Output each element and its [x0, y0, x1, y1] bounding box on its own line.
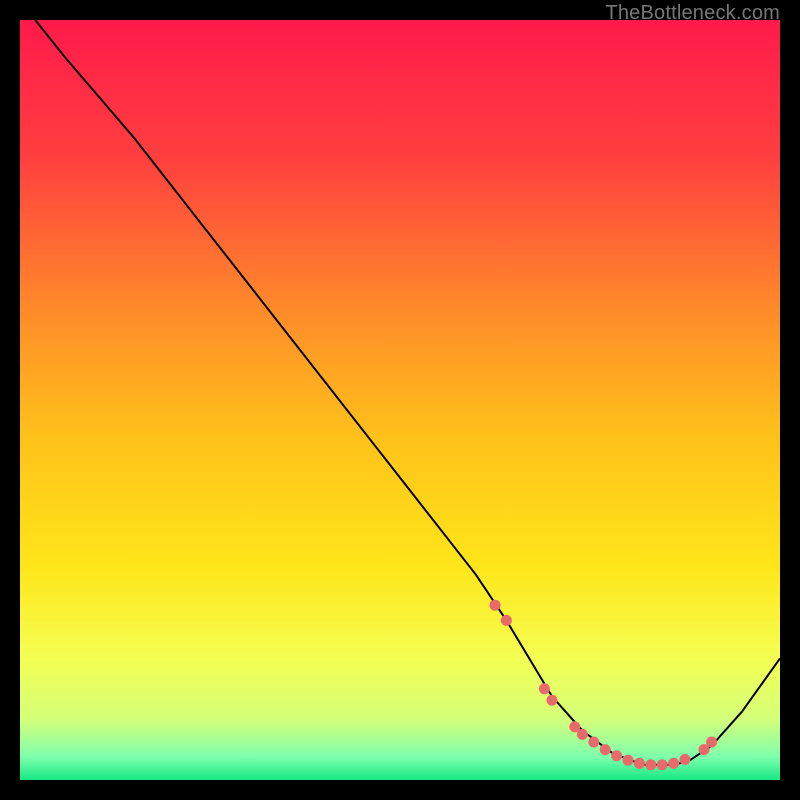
chart-frame — [20, 20, 780, 780]
chart-background — [20, 20, 780, 780]
marker-dot — [680, 754, 691, 765]
marker-dot — [668, 758, 679, 769]
marker-dot — [501, 615, 512, 626]
marker-dot — [611, 750, 622, 761]
marker-dot — [623, 755, 634, 766]
marker-dot — [645, 759, 656, 770]
marker-dot — [634, 758, 645, 769]
marker-dot — [490, 600, 501, 611]
marker-dot — [600, 744, 611, 755]
marker-dot — [588, 737, 599, 748]
marker-dot — [539, 683, 550, 694]
marker-dot — [706, 737, 717, 748]
marker-dot — [577, 729, 588, 740]
marker-dot — [657, 759, 668, 770]
marker-dot — [547, 695, 558, 706]
bottleneck-chart — [20, 20, 780, 780]
